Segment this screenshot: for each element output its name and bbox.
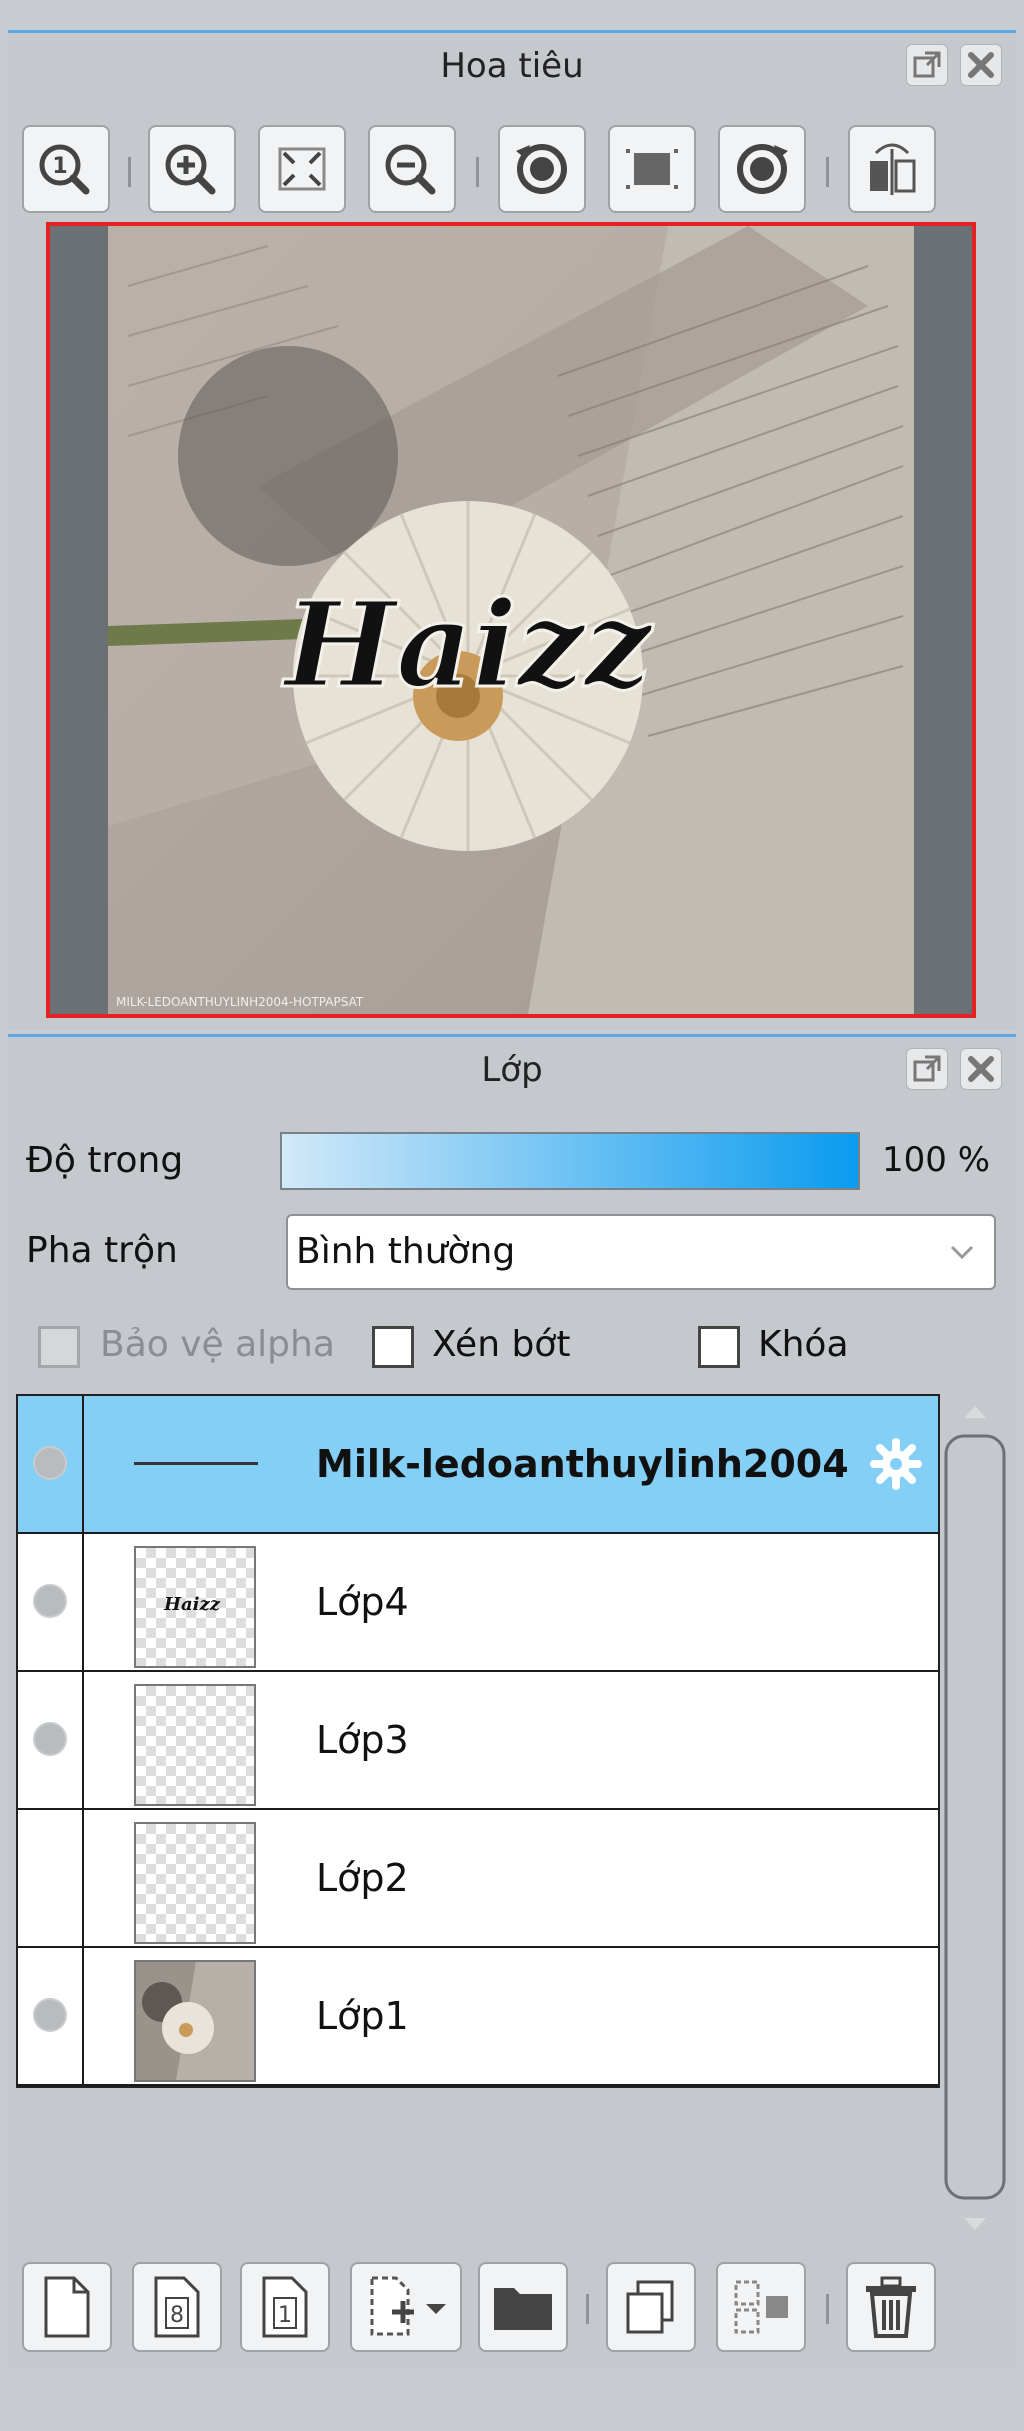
layer-name: Lớp1 <box>316 1994 409 2038</box>
visibility-icon <box>33 1584 67 1618</box>
new-folder-button[interactable] <box>478 2262 568 2352</box>
rotate-right-icon <box>737 144 788 194</box>
layer-name: Lớp2 <box>316 1856 409 1900</box>
layer-list: Milk-ledoanthuylinh2004 Haizz Lớp4 Lớp3 … <box>16 1394 940 2088</box>
navigator-preview[interactable]: Haizz MILK-LEDOANTHUYLINH2004-HOTPAPSAT <box>46 222 976 1018</box>
preview-watermark: MILK-LEDOANTHUYLINH2004-HOTPAPSAT <box>116 995 364 1009</box>
svg-text:1: 1 <box>52 154 67 179</box>
toolbar-separator <box>128 157 131 187</box>
layer-thumbnail <box>134 1684 256 1806</box>
preview-margin-left <box>50 226 108 1014</box>
opacity-value: 100 % <box>882 1140 991 1180</box>
add-layer-icon <box>370 2276 446 2336</box>
flip-horizontal-icon <box>870 143 916 195</box>
new-page-icon <box>44 2276 90 2338</box>
reset-rotation-icon <box>626 149 678 189</box>
duplicate-layer-button[interactable] <box>606 2262 696 2352</box>
layer-name: Lớp4 <box>316 1580 409 1624</box>
zoom-in-icon <box>165 144 216 195</box>
delete-layer-button[interactable] <box>846 2262 936 2352</box>
scrollbar-thumb[interactable] <box>944 1434 1006 2200</box>
rotate-left-button[interactable] <box>498 125 586 213</box>
line-layer-thumbnail <box>134 1462 258 1465</box>
fit-to-screen-icon <box>278 147 326 191</box>
reset-rotation-button[interactable] <box>608 125 696 213</box>
close-icon <box>968 1056 994 1082</box>
new-layer-button[interactable] <box>22 2262 112 2352</box>
detach-panel-button[interactable] <box>906 1048 948 1090</box>
visibility-toggle[interactable] <box>18 1948 84 2084</box>
layer-name: Milk-ledoanthuylinh2004 <box>316 1442 849 1486</box>
opacity-slider[interactable] <box>280 1132 860 1190</box>
rotate-left-icon <box>516 144 567 194</box>
close-panel-button[interactable] <box>960 1048 1002 1090</box>
1bit-layer-icon: 1 <box>262 2276 308 2338</box>
new-1bit-layer-button[interactable]: 1 <box>240 2262 330 2352</box>
gear-icon[interactable] <box>866 1434 926 1494</box>
toolbar-separator <box>826 157 829 187</box>
trash-icon <box>866 2276 916 2338</box>
scroll-up-icon[interactable] <box>960 1400 990 1422</box>
rotate-right-button[interactable] <box>718 125 806 213</box>
layer-row[interactable]: Lớp2 <box>18 1810 938 1948</box>
zoom-out-button[interactable] <box>368 125 456 213</box>
lock-checkbox[interactable] <box>698 1326 740 1368</box>
protect-alpha-label: Bảo vệ alpha <box>100 1324 335 1365</box>
zoom-actual-size-button[interactable]: 1 <box>22 125 110 213</box>
layer-row[interactable]: Lớp3 <box>18 1672 938 1810</box>
visibility-icon <box>33 1722 67 1756</box>
fit-to-screen-button[interactable] <box>258 125 346 213</box>
scroll-down-icon[interactable] <box>960 2214 990 2236</box>
layer-name: Lớp3 <box>316 1718 409 1762</box>
merge-layer-button[interactable] <box>716 2262 806 2352</box>
visibility-icon <box>33 1446 67 1480</box>
layer-row[interactable]: Milk-ledoanthuylinh2004 <box>18 1396 938 1534</box>
layer-row[interactable]: Lớp1 <box>18 1948 938 2086</box>
folder-icon <box>494 2288 552 2330</box>
opacity-label: Độ trong <box>26 1140 184 1181</box>
photo-thumbnail <box>136 1962 254 2080</box>
blend-mode-value: Bình thường <box>296 1231 516 1272</box>
canvas-thumbnail: Haizz MILK-LEDOANTHUYLINH2004-HOTPAPSAT <box>108 226 914 1014</box>
svg-text:1: 1 <box>278 2303 292 2328</box>
zoom-in-button[interactable] <box>148 125 236 213</box>
layer-thumbnail <box>134 1960 256 2082</box>
new-8bit-layer-button[interactable]: 8 <box>132 2262 222 2352</box>
toolbar-separator <box>476 157 479 187</box>
zoom-actual-size-icon: 1 <box>39 144 90 195</box>
clip-label: Xén bớt <box>432 1324 571 1365</box>
visibility-toggle[interactable] <box>18 1534 84 1670</box>
lock-label: Khóa <box>758 1324 849 1365</box>
layers-toolbar: 8 1 <box>0 2248 1008 2372</box>
navigator-toolbar: 1 <box>0 69 1024 219</box>
layer-thumbnail: Haizz <box>134 1546 256 1668</box>
add-layer-dropdown-button[interactable] <box>350 2262 462 2352</box>
visibility-toggle[interactable] <box>18 1810 84 1946</box>
detach-icon <box>913 1055 941 1082</box>
preview-margin-right <box>914 226 972 1014</box>
blend-mode-select[interactable]: Bình thường <box>286 1214 996 1290</box>
zoom-out-icon <box>385 144 436 195</box>
layer-thumbnail <box>134 1822 256 1944</box>
thumbnail-caption: Haizz <box>164 1594 220 1615</box>
visibility-toggle[interactable] <box>18 1396 84 1532</box>
visibility-toggle[interactable] <box>18 1672 84 1808</box>
clip-checkbox[interactable] <box>372 1326 414 1368</box>
chevron-down-icon <box>950 1245 974 1260</box>
preview-caption: Haizz <box>282 575 655 714</box>
protect-alpha-checkbox[interactable] <box>38 1326 80 1368</box>
visibility-icon <box>33 1998 67 2032</box>
merge-down-icon <box>734 2280 788 2334</box>
layers-title: Lớp <box>481 1050 543 1090</box>
flip-horizontal-button[interactable] <box>848 125 936 213</box>
layer-list-scrollbar[interactable] <box>942 1394 1008 2230</box>
svg-text:8: 8 <box>170 2303 184 2328</box>
toolbar-separator <box>826 2294 829 2324</box>
layer-row[interactable]: Haizz Lớp4 <box>18 1534 938 1672</box>
blend-mode-label: Pha trộn <box>26 1230 178 1271</box>
8bit-layer-icon: 8 <box>154 2276 200 2338</box>
toolbar-separator <box>586 2294 589 2324</box>
duplicate-icon <box>626 2280 674 2334</box>
